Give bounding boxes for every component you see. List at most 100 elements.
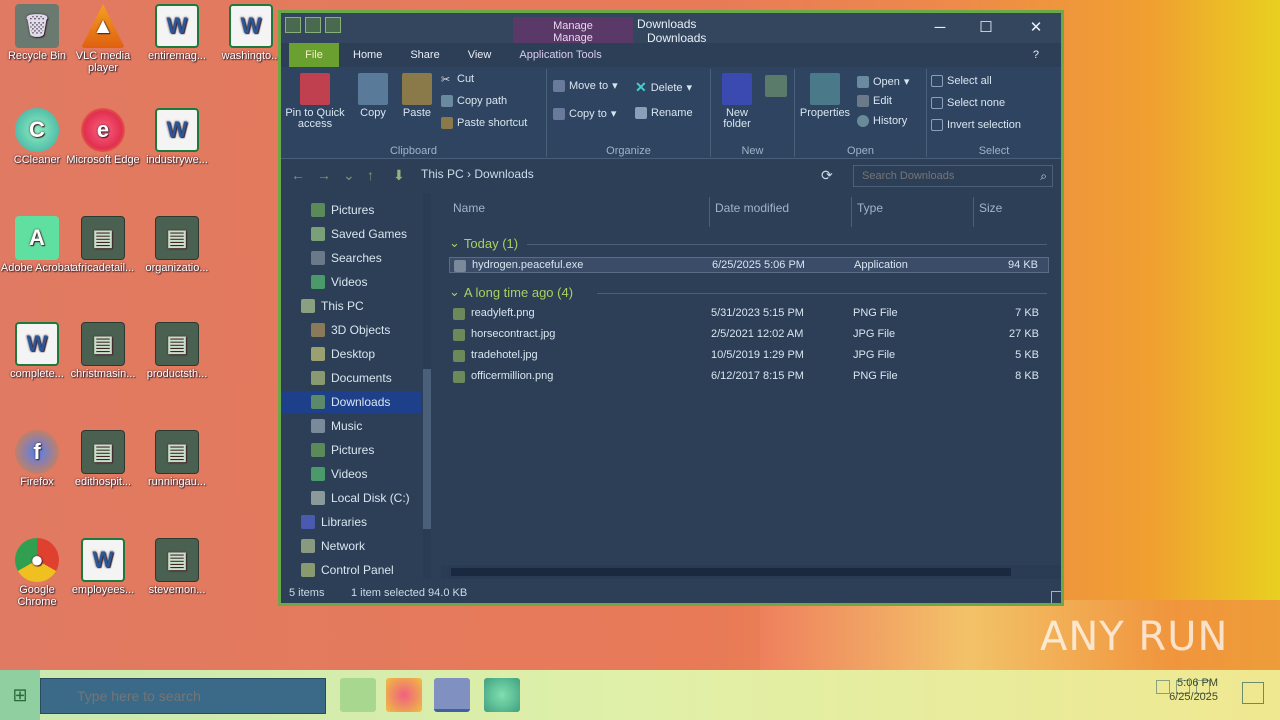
sidebar-item-saved-games[interactable]: Saved Games — [281, 223, 421, 245]
desktop-icon[interactable]: Wentiremag... — [140, 4, 214, 62]
file-group-header[interactable]: ⌄ A long time ago (4) — [449, 284, 573, 300]
table-row[interactable]: tradehotel.jpg 10/5/2019 1:29 PM JPG File 5… — [449, 348, 1049, 364]
file-group-header[interactable]: ⌄ Today (1) — [449, 235, 518, 251]
tab-home[interactable]: Home — [339, 43, 396, 67]
desktop-icon[interactable]: Windustrywe... — [140, 108, 214, 166]
new-folder-icon[interactable] — [325, 17, 341, 33]
close-button[interactable]: ✕ — [1013, 15, 1059, 41]
horizontal-scrollbar[interactable] — [441, 565, 1061, 579]
desktop-icon[interactable]: e Microsoft Edge — [66, 108, 140, 166]
breadcrumb-this-pc[interactable]: This PC — [421, 167, 464, 181]
desktop-icon[interactable]: ▤ runningau... — [140, 430, 214, 488]
sidebar-item-downloads[interactable]: Downloads — [281, 391, 421, 413]
select-none-button[interactable]: Select none — [931, 97, 1005, 109]
sidebar-item-this-pc[interactable]: This PC — [281, 295, 421, 317]
desktop-icon[interactable]: ▲ VLC media player — [66, 4, 140, 74]
table-row[interactable]: horsecontract.jpg 2/5/2021 12:02 AM JPG Fi… — [449, 327, 1049, 343]
open-button[interactable]: Open ▾ — [857, 75, 909, 88]
properties-button[interactable]: Properties — [797, 73, 853, 119]
copy-path-button[interactable]: Copy path — [441, 95, 507, 107]
column-separator[interactable] — [973, 197, 974, 227]
properties-icon[interactable] — [305, 17, 321, 33]
breadcrumb-downloads[interactable]: Downloads — [474, 167, 533, 181]
folder-icon[interactable] — [285, 17, 301, 33]
edge-taskbar-icon[interactable] — [386, 678, 422, 712]
desktop-icon[interactable]: ▤ edithospit... — [66, 430, 140, 488]
paste-button[interactable]: Paste — [397, 73, 437, 119]
sidebar-item-videos[interactable]: Videos — [281, 271, 421, 293]
desktop-icon[interactable]: ▤ stevemon... — [140, 538, 214, 596]
large-icons-view-icon[interactable] — [1051, 591, 1061, 603]
select-all-button[interactable]: Select all — [931, 75, 992, 87]
desktop-icon[interactable]: ▤ christmasin... — [66, 322, 140, 380]
sidebar-item-3d-objects[interactable]: 3D Objects — [281, 319, 421, 341]
sidebar-item-network[interactable]: Network — [281, 535, 421, 557]
copy-button[interactable]: Copy — [353, 73, 393, 119]
recent-chevron-icon[interactable]: ⌄ — [343, 167, 355, 184]
column-header-date[interactable]: Date modified — [715, 201, 789, 215]
search-input[interactable] — [853, 165, 1053, 187]
column-header-size[interactable]: Size — [979, 201, 1002, 215]
desktop-icon[interactable]: ▤ organizatio... — [140, 216, 214, 274]
desktop-icon[interactable]: C CCleaner — [0, 108, 74, 166]
nav-scrollbar[interactable] — [423, 193, 431, 579]
sidebar-item-pictures[interactable]: Pictures — [281, 439, 421, 461]
notification-icon[interactable] — [1242, 682, 1264, 704]
desktop-icon[interactable]: Wcomplete... — [0, 322, 74, 380]
tab-file[interactable]: File — [289, 43, 339, 67]
nav-scrollbar-thumb[interactable] — [423, 369, 431, 529]
desktop-icon[interactable]: ▤ africadetail... — [66, 216, 140, 274]
edit-button[interactable]: Edit — [857, 95, 892, 107]
table-row[interactable]: officermillion.png 6/12/2017 8:15 PM PNG F… — [449, 369, 1049, 385]
sidebar-item-desktop[interactable]: Desktop — [281, 343, 421, 365]
new-item-button[interactable] — [763, 75, 789, 100]
move-to-button[interactable]: Move to ▾ — [553, 79, 618, 92]
sidebar-item-documents[interactable]: Documents — [281, 367, 421, 389]
paste-shortcut-button[interactable]: Paste shortcut — [441, 117, 527, 129]
desktop-icon[interactable]: ▤ productsth... — [140, 322, 214, 380]
column-header-name[interactable]: Name — [453, 201, 485, 215]
sidebar-item-pictures[interactable]: Pictures — [281, 199, 421, 221]
cut-button[interactable]: ✂ Cut — [441, 73, 474, 86]
task-view-icon[interactable] — [340, 678, 376, 712]
sidebar-item-libraries[interactable]: Libraries — [281, 511, 421, 533]
tab-view[interactable]: View — [454, 43, 506, 67]
rename-button[interactable]: Rename — [635, 107, 693, 119]
title-bar[interactable]: Manage Manage Downloads Downloads ─ ☐ ✕ — [281, 13, 1061, 45]
clock[interactable]: 5:06 PM 6/25/2025 — [1169, 676, 1218, 704]
taskbar-search-input[interactable] — [40, 678, 326, 714]
refresh-icon[interactable]: ⟳ — [821, 167, 833, 184]
up-arrow-icon[interactable]: ↑ — [367, 167, 374, 183]
desktop-icon[interactable]: ● Google Chrome — [0, 538, 74, 608]
column-separator[interactable] — [851, 197, 852, 227]
sidebar-item-control-panel[interactable]: Control Panel — [281, 559, 421, 581]
tab-application-tools[interactable]: Application Tools — [505, 43, 615, 67]
forward-arrow-icon[interactable]: → — [317, 167, 331, 183]
start-button[interactable]: ⊞ — [0, 670, 40, 720]
column-separator[interactable] — [709, 197, 710, 227]
breadcrumb[interactable]: This PC › Downloads — [421, 167, 534, 181]
delete-button[interactable]: ✕ Delete ▾ — [635, 79, 692, 96]
horizontal-scrollbar-thumb[interactable] — [451, 568, 1011, 576]
column-header-type[interactable]: Type — [857, 201, 883, 215]
desktop-icon[interactable]: Wemployees... — [66, 538, 140, 596]
desktop-icon[interactable]: Wwashingto... — [214, 4, 288, 62]
sidebar-item-music[interactable]: Music — [281, 415, 421, 437]
invert-selection-button[interactable]: Invert selection — [931, 119, 1021, 131]
desktop-icon[interactable]: A Adobe Acrobat — [0, 216, 74, 274]
table-row[interactable]: readyleft.png 5/31/2023 5:15 PM PNG File 7 … — [449, 306, 1049, 322]
desktop-icon[interactable]: 🗑 Recycle Bin — [0, 4, 74, 62]
desktop-icon[interactable]: f Firefox — [0, 430, 74, 488]
sidebar-item-local-disk-c[interactable]: Local Disk (C:) — [281, 487, 421, 509]
pin-quick-access-button[interactable]: Pin to Quick access — [283, 73, 347, 130]
file-explorer-taskbar-icon[interactable] — [434, 678, 470, 712]
copy-to-button[interactable]: Copy to ▾ — [553, 107, 616, 120]
table-row[interactable]: hydrogen.peaceful.exe 6/25/2025 5:06 PM Ap… — [449, 257, 1049, 273]
app-taskbar-icon[interactable] — [484, 678, 520, 712]
sidebar-item-searches[interactable]: Searches — [281, 247, 421, 269]
sidebar-item-videos[interactable]: Videos — [281, 463, 421, 485]
help-icon[interactable]: ? — [1019, 43, 1053, 67]
back-arrow-icon[interactable]: ← — [291, 167, 305, 183]
network-icon[interactable] — [1156, 680, 1170, 694]
maximize-button[interactable]: ☐ — [963, 15, 1009, 41]
